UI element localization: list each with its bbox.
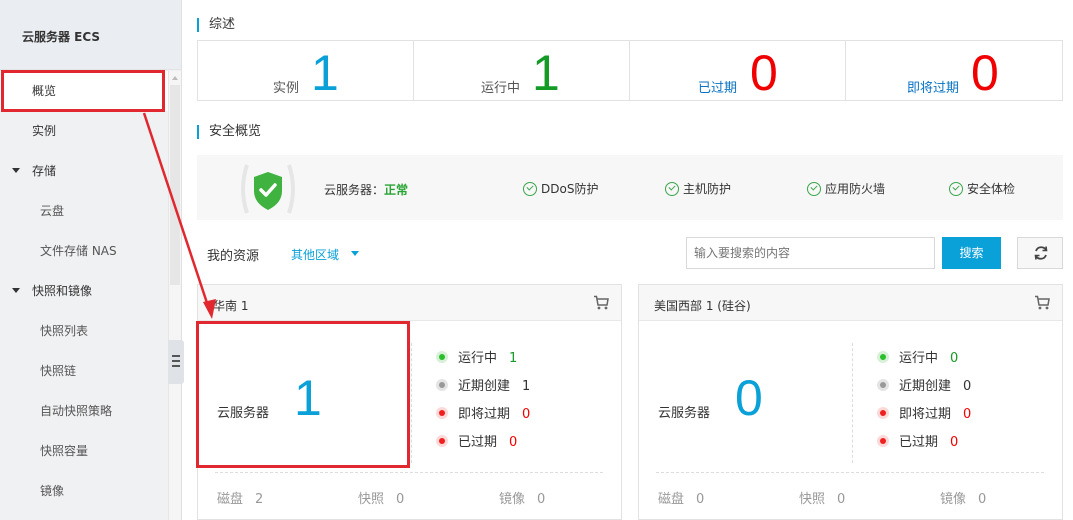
- annotation-arrow-icon: [142, 112, 216, 319]
